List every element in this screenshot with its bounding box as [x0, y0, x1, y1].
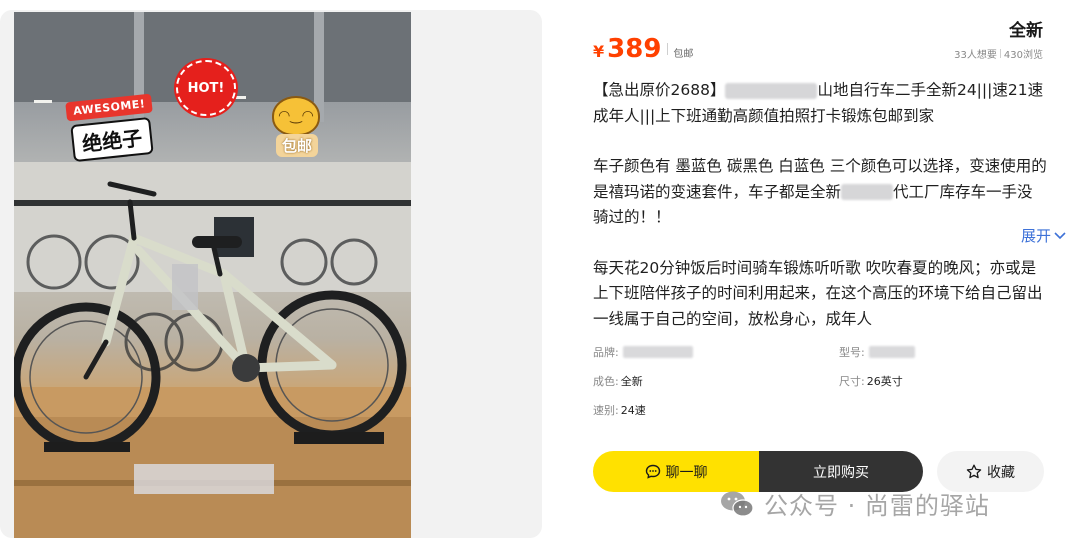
product-photo[interactable]: AWESOME! 绝绝子 HOT! ◠‿◠ 包邮 [14, 12, 411, 538]
wants-count: 33人想要 [954, 50, 997, 61]
description-paragraph: 车子颜色有 墨蓝色 碳黑色 白蓝色 三个颜色可以选择，变速使用的是禧玛诺的变速套… [593, 154, 1047, 231]
wechat-icon [721, 491, 754, 517]
awesome-sticker: AWESOME! 绝绝子 [65, 93, 155, 163]
attr-size-value: 26英寸 [866, 375, 903, 388]
free-shipping-sticker: ◠‿◠ 包邮 [272, 96, 320, 157]
star-outline-icon [966, 464, 982, 479]
listing-title: 【急出原价2688】 山地自行车二手全新24|||速21速成年人|||上下班通勤高… [593, 78, 1047, 129]
price: 389 [607, 34, 662, 64]
free-shipping-sticker-text: 包邮 [276, 134, 319, 157]
currency-symbol: ¥ [593, 42, 605, 61]
attr-brand: 品牌: [593, 344, 693, 360]
chat-button-label: 聊一聊 [665, 464, 708, 481]
awesome-sticker-text: 绝绝子 [70, 116, 155, 163]
hot-sticker: HOT! [176, 60, 236, 116]
attr-model: 型号: [839, 344, 915, 360]
buy-now-button-label: 立即购买 [813, 464, 869, 481]
expand-button[interactable]: 展开 [1021, 225, 1066, 246]
redacted-brand [841, 184, 894, 200]
description-collapsed: 每天花20分钟饭后时间骑车锻炼听听歌 吹吹春夏的晚风；亦或是上下班陪伴孩子的时间… [593, 256, 1047, 332]
attr-speed-value: 24速 [620, 404, 646, 417]
redacted-brand-value [622, 346, 693, 358]
price-row: ¥ 389 包邮 [593, 36, 693, 62]
expand-label: 展开 [1020, 227, 1051, 245]
attr-size: 尺寸: 26英寸 [839, 373, 903, 389]
attr-condition-label: 成色: [593, 375, 619, 388]
divider [667, 43, 669, 55]
attr-model-label: 型号: [839, 346, 865, 359]
attr-size-label: 尺寸: [839, 375, 865, 388]
chevron-down-icon [1054, 231, 1066, 239]
listing-stats: 33人想要 430浏览 [954, 46, 1043, 61]
listing-detail: 全新 ¥ 389 包邮 33人想要 430浏览 【急出原价2688】 山地自行车二… [577, 0, 1070, 546]
redacted-model-value [868, 346, 915, 358]
hot-sticker-text: HOT! [187, 80, 225, 96]
attr-brand-label: 品牌: [593, 346, 619, 359]
condition-badge: 全新 [1007, 16, 1045, 41]
favorite-button-label: 收藏 [987, 464, 1015, 481]
chat-bubble-icon [645, 464, 660, 479]
attr-condition: 成色: 全新 [593, 373, 643, 389]
redacted-brand [725, 82, 818, 99]
hot-burst-icon: HOT! [176, 60, 236, 116]
watermark: 公众号 · 尚雷的驿站 [720, 486, 990, 521]
product-image-panel: AWESOME! 绝绝子 HOT! ◠‿◠ 包邮 [0, 10, 542, 538]
divider [999, 49, 1001, 58]
attr-speed-label: 速别: [593, 404, 619, 417]
attr-condition-value: 全新 [620, 375, 643, 388]
attr-speed: 速别: 24速 [593, 402, 646, 418]
listing-description: 【急出原价2688】 山地自行车二手全新24|||速21速成年人|||上下班通勤高… [593, 78, 1047, 332]
smiling-face-icon: ◠‿◠ [272, 96, 320, 136]
views-count: 430浏览 [1003, 50, 1043, 61]
description-text-c: 每天花20分钟饭后时间骑车锻炼听听歌 吹吹春夏的晚风；亦或是上下班陪伴孩子的时间… [593, 258, 1043, 328]
watermark-text: 公众号 · 尚雷的驿站 [764, 492, 990, 520]
title-prefix: 【急出原价2688】 [593, 81, 726, 99]
shipping-label: 包邮 [673, 49, 694, 60]
